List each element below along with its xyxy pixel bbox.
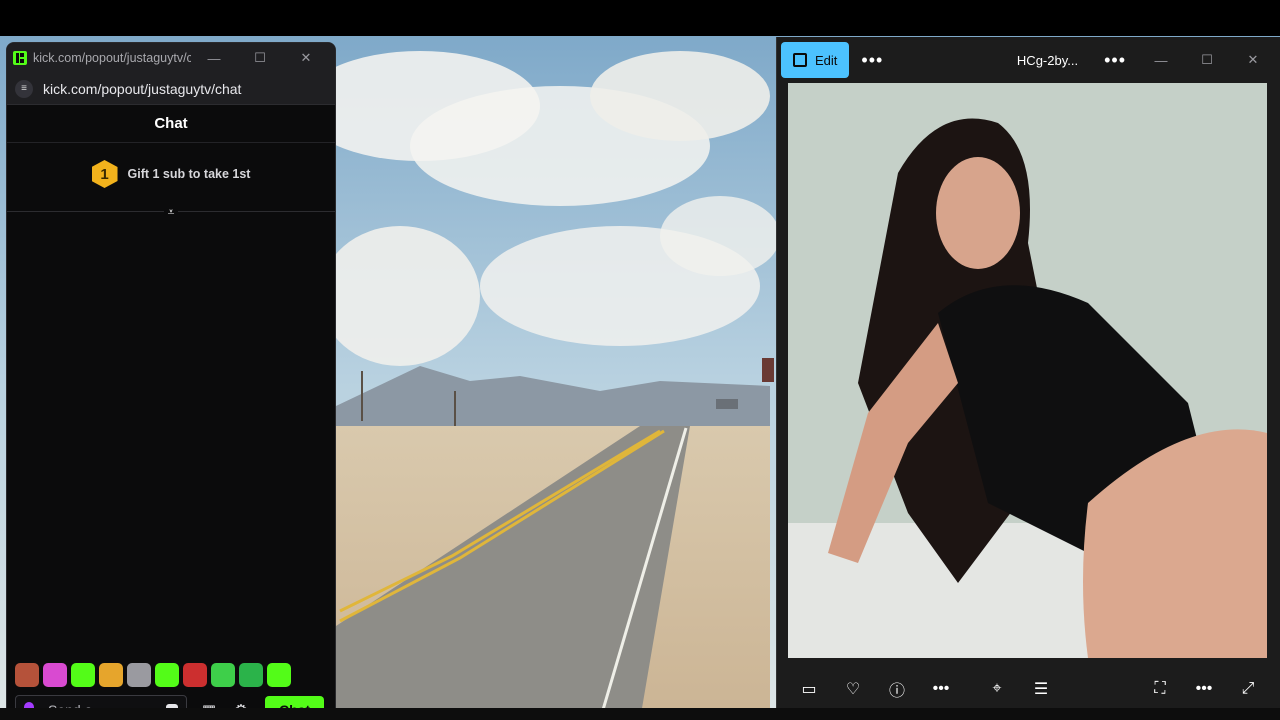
rank-badge-icon: 1: [91, 160, 118, 188]
favorite-heart-icon[interactable]: ♡: [831, 679, 875, 699]
site-settings-icon[interactable]: ≡: [15, 79, 33, 98]
edit-label: Edit: [815, 52, 838, 68]
photos-maximize-icon[interactable]: ☐: [1184, 52, 1230, 68]
emote-icon[interactable]: [155, 663, 179, 687]
edit-pen-icon: [793, 53, 807, 67]
emote-icon[interactable]: [71, 663, 95, 687]
photos-close-icon[interactable]: ✕: [1230, 52, 1276, 68]
kick-logo-icon: [13, 51, 27, 65]
filmstrip-icon[interactable]: ▭: [787, 679, 831, 699]
emote-icon[interactable]: [211, 663, 235, 687]
chat-popout-window: kick.com/popout/justaguytv/c... — ☐ ✕ ≡ …: [6, 42, 336, 720]
file-more-icon[interactable]: •••: [1092, 50, 1138, 71]
emote-icon[interactable]: [267, 663, 291, 687]
displayed-photo: [788, 83, 1267, 658]
photo-of-woman: [788, 83, 1267, 658]
fit-to-window-icon[interactable]: ⛶: [1138, 680, 1182, 698]
photos-minimize-icon[interactable]: —: [1138, 53, 1184, 68]
close-icon[interactable]: ✕: [283, 50, 329, 66]
chat-divider: ⩡: [7, 205, 335, 219]
zoom-more-icon[interactable]: •••: [1182, 680, 1226, 698]
minimize-icon[interactable]: —: [191, 51, 237, 66]
bottom-more-icon[interactable]: •••: [919, 680, 963, 698]
emote-icon[interactable]: [239, 663, 263, 687]
gift-text: Gift 1 sub to take 1st: [127, 167, 251, 181]
recent-emotes-row: [15, 663, 291, 687]
file-name: HCg-2by...: [1016, 52, 1079, 68]
emote-icon[interactable]: [183, 663, 207, 687]
taskbar-strip: [0, 708, 1280, 720]
full-screen-icon[interactable]: ⤢: [1226, 680, 1270, 698]
address-bar[interactable]: ≡ kick.com/popout/justaguytv/chat: [7, 73, 335, 105]
emote-icon[interactable]: [43, 663, 67, 687]
photos-viewer-window: Edit ••• HCg-2by... ••• — ☐ ✕ ▭ ♡ ⓘ ••• …: [776, 37, 1280, 720]
address-url: kick.com/popout/justaguytv/chat: [43, 80, 242, 97]
emote-icon[interactable]: [127, 663, 151, 687]
scan-text-icon[interactable]: ☰: [1019, 679, 1063, 699]
more-options-icon[interactable]: •••: [849, 50, 895, 71]
gift-leaderboard-banner[interactable]: 1 Gift 1 sub to take 1st: [7, 143, 335, 205]
edit-button[interactable]: Edit: [781, 42, 850, 78]
chat-header: Chat: [7, 105, 335, 143]
maximize-icon[interactable]: ☐: [237, 50, 283, 66]
desktop-screen: kick.com/popout/justaguytv/c... — ☐ ✕ ≡ …: [0, 0, 1280, 720]
emote-icon[interactable]: [99, 663, 123, 687]
chat-titlebar: kick.com/popout/justaguytv/c... — ☐ ✕: [7, 43, 335, 73]
emote-icon[interactable]: [15, 663, 39, 687]
file-info-icon[interactable]: ⓘ: [875, 677, 919, 701]
visual-search-icon[interactable]: ⌖: [975, 680, 1019, 698]
collapse-pinned-icon[interactable]: ⩡: [164, 205, 178, 219]
photos-toolbar: Edit ••• HCg-2by... ••• — ☐ ✕: [777, 37, 1280, 83]
chat-tab-title: kick.com/popout/justaguytv/c...: [33, 51, 191, 65]
